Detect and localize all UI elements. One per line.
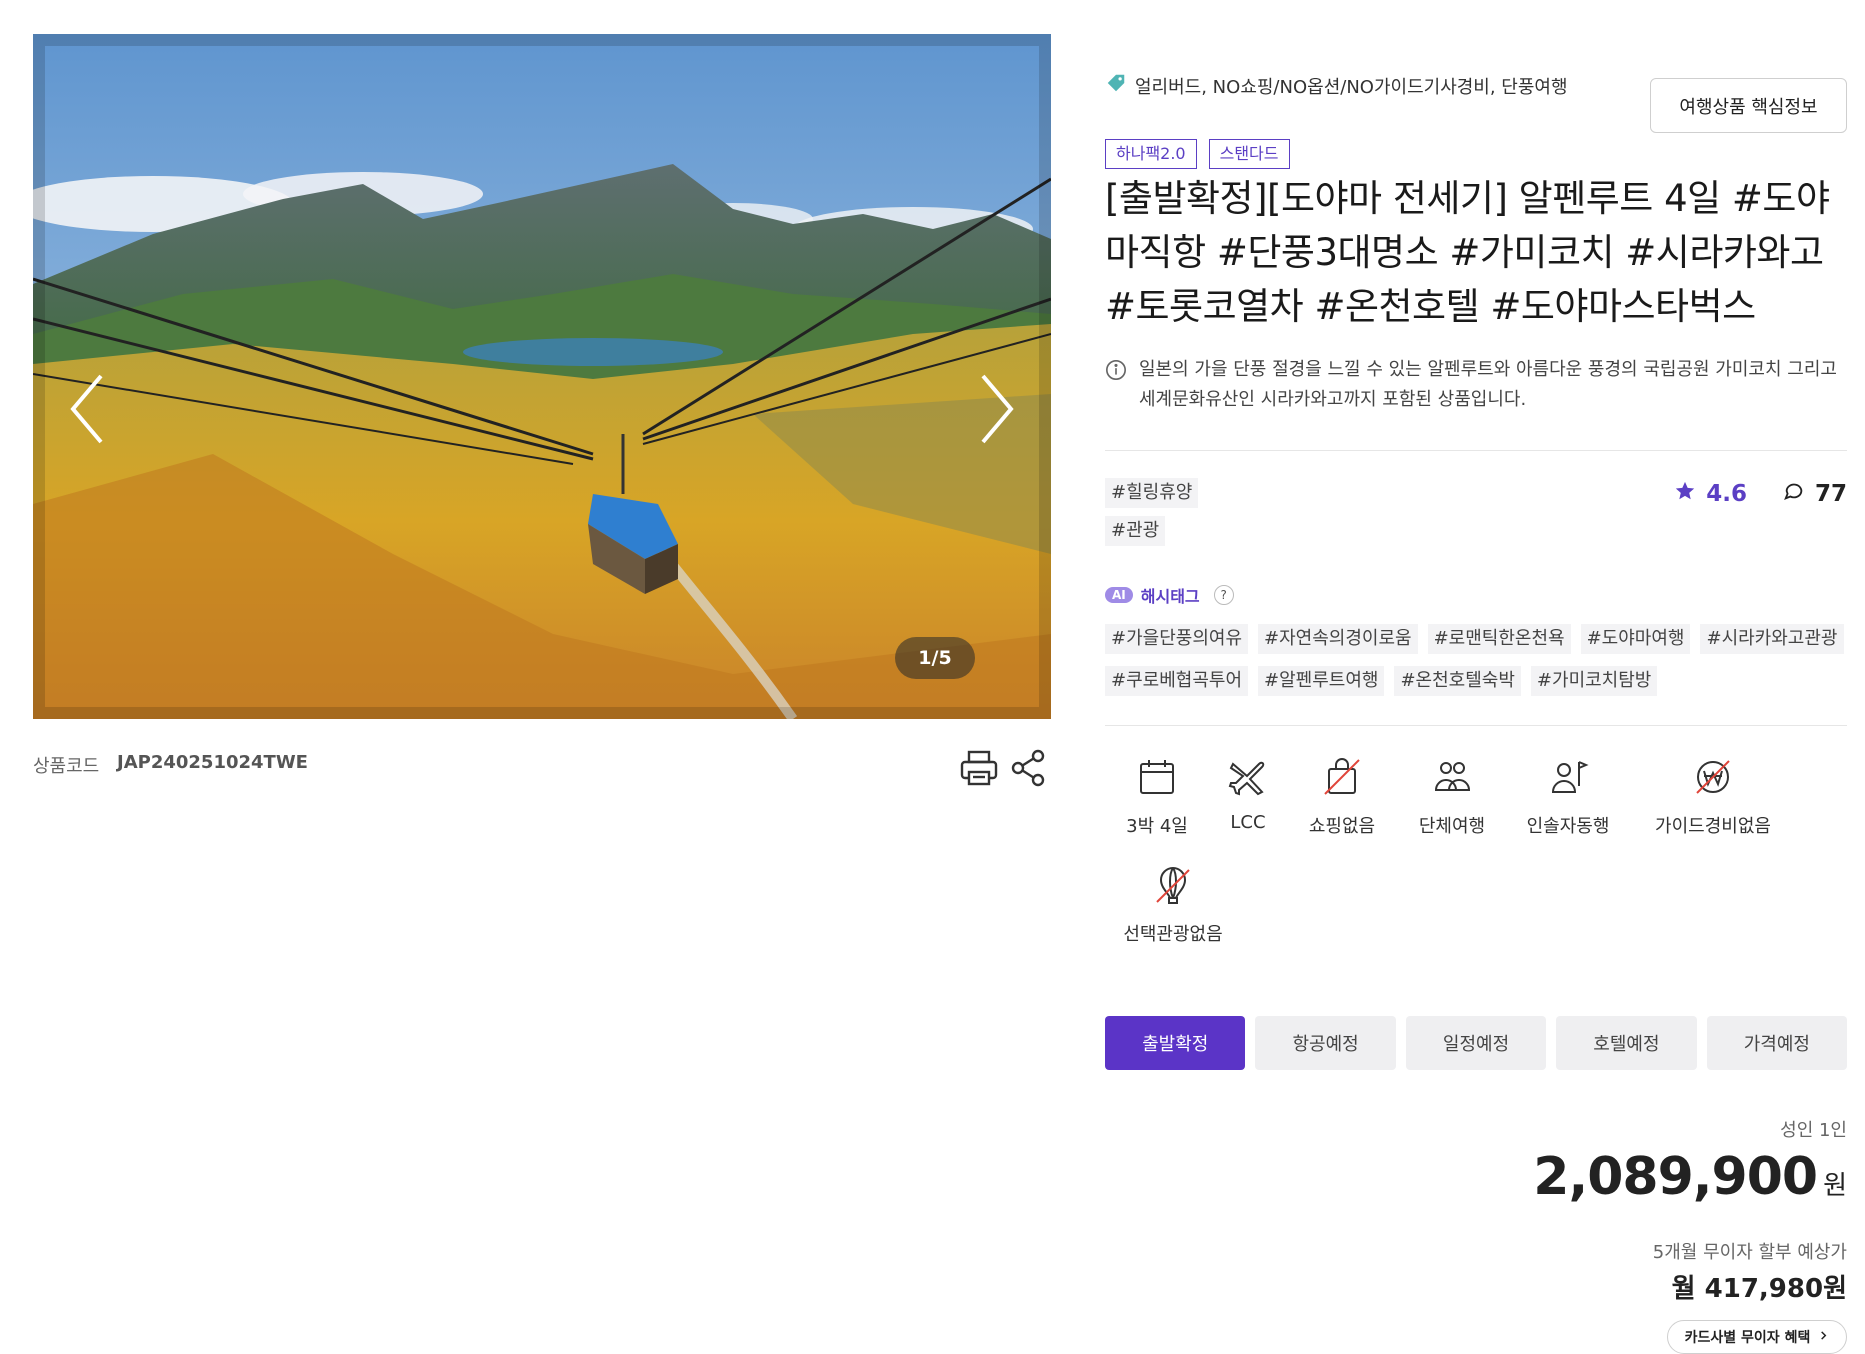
card-benefit-button[interactable]: 카드사별 무이자 혜택 (1667, 1320, 1847, 1354)
group-icon (1434, 762, 1471, 791)
feature-label: 쇼핑없음 (1308, 816, 1376, 837)
feature-label: 가이드경비없음 (1655, 816, 1771, 837)
product-code-row: 상품코드 JAP240251024TWE (33, 746, 1051, 787)
product-code-value: JAP240251024TWE (117, 752, 308, 773)
ai-hashtag-title: 해시태그 (1140, 587, 1200, 606)
airplane-icon (1228, 761, 1265, 796)
feature-group-tour: 단체여행 (1397, 756, 1507, 838)
theme-tag[interactable]: #관광 (1105, 516, 1166, 546)
image-counter: 1/5 (895, 637, 975, 679)
product-features-text: 얼리버드, NO쇼핑/NO옵션/NO가이드기사경비, 단풍여행 (1135, 76, 1568, 98)
status-price-scheduled[interactable]: 가격예정 (1706, 1016, 1848, 1070)
feature-tour-leader: 인솔자동행 (1513, 756, 1623, 838)
core-info-button[interactable]: 여행상품 핵심정보 (1650, 78, 1847, 133)
status-departure-confirmed[interactable]: 출발확정 (1105, 1016, 1246, 1070)
ai-hashtag[interactable]: #가을단풍의여유 (1105, 624, 1249, 654)
price-tag-icon (1105, 72, 1127, 99)
ai-hashtag[interactable]: #알펜루트여행 (1258, 666, 1385, 696)
feature-label: 3박 4일 (1126, 816, 1188, 837)
ai-hashtag[interactable]: #온천호텔숙박 (1394, 666, 1521, 696)
ai-chip: AI (1105, 587, 1133, 603)
product-description: 일본의 가을 단풍 절경을 느낄 수 있는 알펜루트와 아름다운 풍경의 국립공… (1105, 355, 1847, 415)
installment-price: 월 417,980원 (1671, 1274, 1847, 1304)
feature-no-guide-fee: 가이드경비없음 (1655, 756, 1771, 838)
divider (1105, 725, 1847, 726)
help-icon[interactable]: ? (1213, 585, 1234, 605)
next-image-arrow-icon[interactable] (963, 364, 1023, 454)
feature-no-optional-tour: 선택관광없음 (1118, 864, 1228, 946)
card-benefit-label: 카드사별 무이자 혜택 (1684, 1330, 1811, 1346)
share-icon[interactable] (1007, 746, 1051, 790)
star-icon (1674, 480, 1696, 508)
info-icon (1105, 359, 1127, 415)
status-hotel-scheduled[interactable]: 호텔예정 (1556, 1016, 1697, 1070)
feature-label: 단체여행 (1418, 816, 1486, 837)
package-badge: 하나팩2.0 (1105, 139, 1197, 169)
no-guide-fee-icon (1696, 760, 1730, 794)
status-itinerary-scheduled[interactable]: 일정예정 (1405, 1016, 1547, 1070)
product-description-text: 일본의 가을 단풍 절경을 느낄 수 있는 알펜루트와 아름다운 풍경의 국립공… (1139, 359, 1837, 410)
status-flight-scheduled[interactable]: 항공예정 (1255, 1016, 1396, 1070)
product-price: 2,089,900 원 (1533, 1147, 1847, 1207)
installment-label: 5개월 무이자 할부 예상가 (1652, 1242, 1847, 1263)
feature-label: LCC (1230, 812, 1266, 833)
no-optional-tour-icon (1156, 866, 1190, 904)
ai-hashtag[interactable]: #시라카와고관광 (1700, 624, 1844, 654)
feature-no-shopping: 쇼핑없음 (1287, 756, 1397, 838)
ai-hashtag-header: AI 해시태그 ? (1105, 583, 1234, 607)
product-title: [출발확정][도야마 전세기] 알펜루트 4일 #도야마직항 #단풍3대명소 #… (1105, 177, 1830, 328)
price-currency: 원 (1823, 1171, 1847, 1201)
ai-hashtag[interactable]: #로맨틱한온천욕 (1427, 624, 1571, 654)
product-image-gallery[interactable]: 1/5 (33, 34, 1051, 719)
previous-image-arrow-icon[interactable] (61, 364, 121, 454)
review-count: 77 (1814, 481, 1847, 507)
alpine-ropeway-photo (33, 34, 1051, 719)
theme-tags: #힐링휴양 #관광 (1105, 478, 1199, 546)
ai-hashtag[interactable]: #자연속의경이로움 (1258, 624, 1418, 654)
theme-tag[interactable]: #힐링휴양 (1105, 478, 1199, 508)
ai-hashtag[interactable]: #가미코치탐방 (1530, 666, 1658, 696)
product-badges: 하나팩2.0 스탠다드 (1105, 139, 1290, 169)
chevron-right-icon (1818, 1329, 1829, 1345)
ai-hashtag[interactable]: #도야마여행 (1580, 624, 1691, 654)
rating-summary[interactable]: 4.6 77 (1674, 480, 1847, 508)
price-amount: 2,089,900 (1533, 1147, 1818, 1207)
print-icon[interactable] (957, 746, 1001, 790)
adult-price-label: 성인 1인 (1780, 1120, 1847, 1141)
rating-score: 4.6 (1706, 481, 1747, 507)
feature-label: 인솔자동행 (1526, 816, 1610, 837)
tour-guide-icon (1551, 761, 1589, 793)
ai-hashtag[interactable]: #쿠로베협곡투어 (1105, 666, 1249, 696)
product-code-label: 상품코드 (33, 756, 100, 777)
status-tabs: 출발확정 항공예정 일정예정 호텔예정 가격예정 (1105, 1016, 1848, 1070)
divider (1105, 450, 1847, 451)
grade-badge: 스탠다드 (1208, 139, 1290, 169)
calendar-icon (1140, 760, 1174, 794)
feature-label: 선택관광없음 (1123, 924, 1223, 945)
ai-hashtag-list: #가을단풍의여유 #자연속의경이로움 #로맨틱한온천욕 #도야마여행 #시라카와… (1105, 624, 1847, 696)
no-shopping-icon (1324, 758, 1360, 795)
comment-icon (1783, 480, 1805, 508)
product-features-line: 얼리버드, NO쇼핑/NO옵션/NO가이드기사경비, 단풍여행 (1105, 72, 1568, 99)
